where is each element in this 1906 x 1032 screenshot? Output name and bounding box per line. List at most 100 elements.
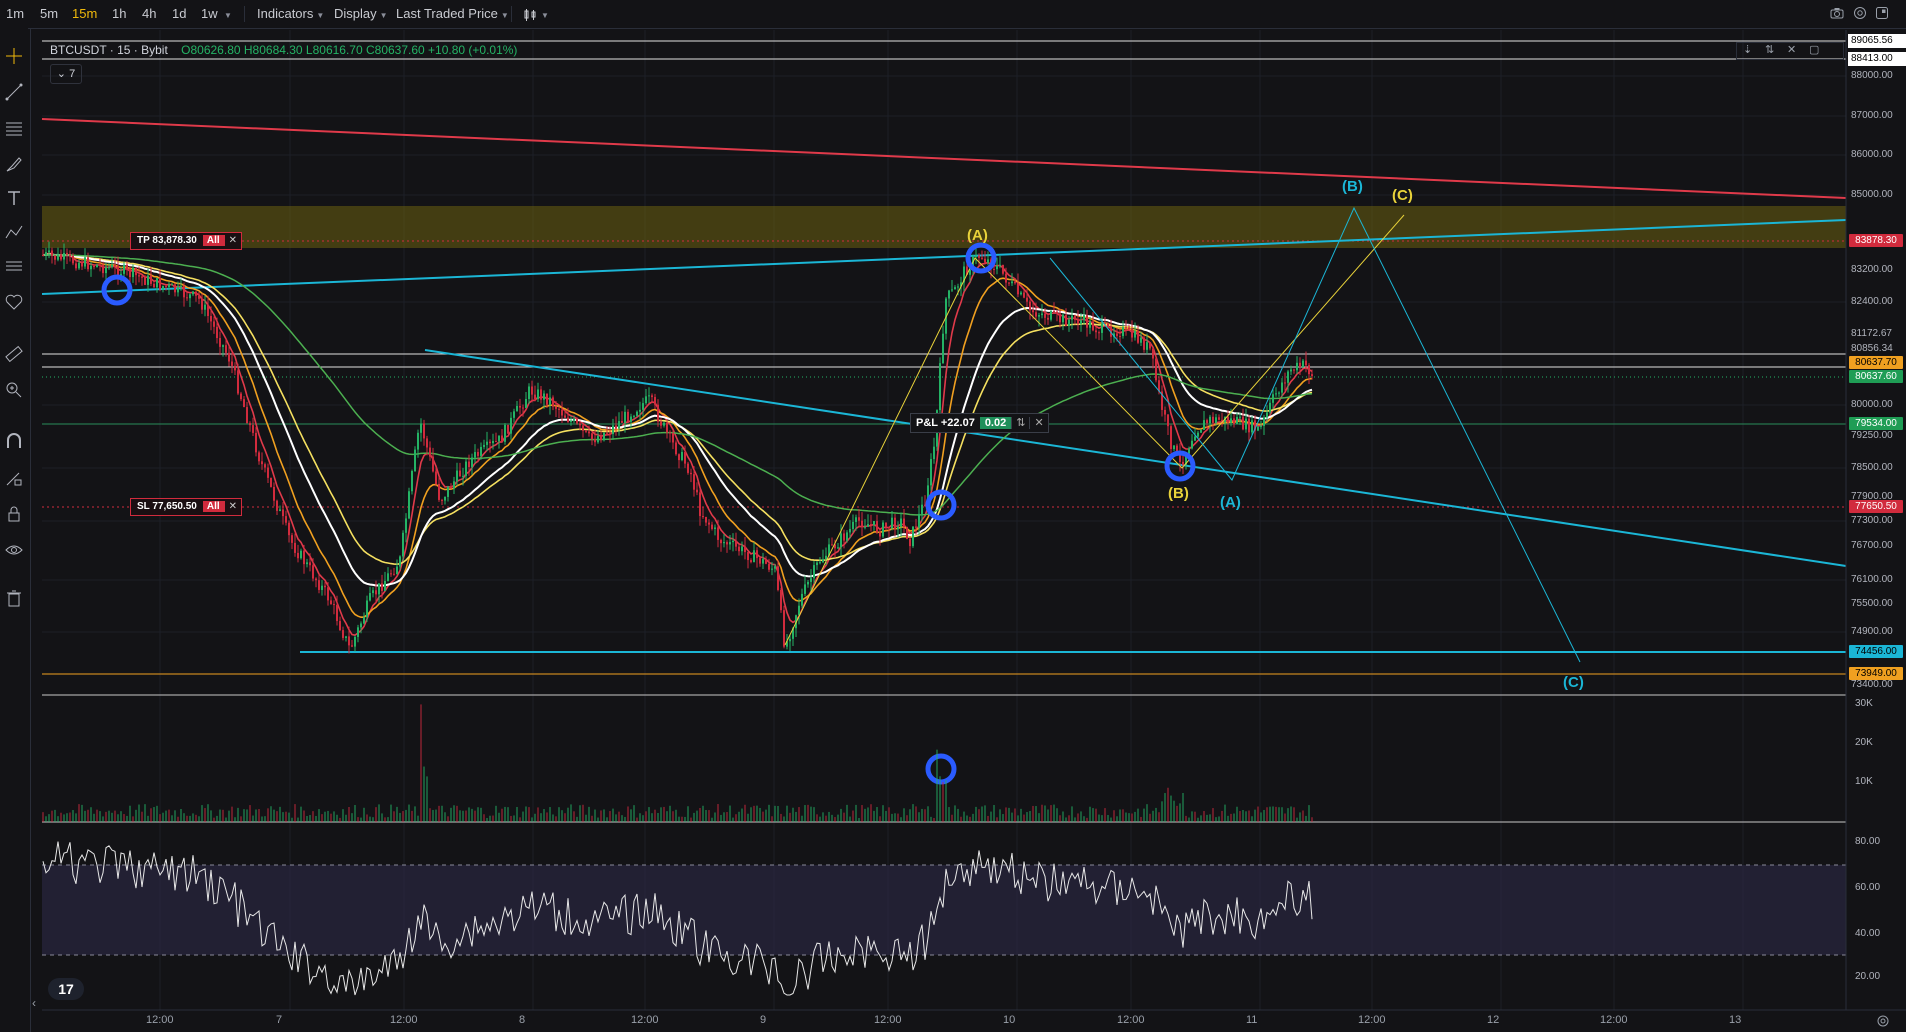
- volume-bar: [201, 805, 203, 822]
- volume-bar: [45, 816, 47, 822]
- symbol-label[interactable]: BTCUSDT · 15 · Bybit: [50, 43, 168, 57]
- volume-bar: [582, 804, 584, 822]
- candle-body: [801, 593, 803, 606]
- moving-averages: [42, 252, 1313, 637]
- candle-body: [438, 483, 440, 500]
- candle-body: [1029, 301, 1031, 311]
- price-axis-label: 83200.00: [1851, 264, 1893, 275]
- settings-icon[interactable]: [1876, 1014, 1890, 1028]
- take-profit-order[interactable]: TP 83,878.30 All ✕: [130, 232, 243, 250]
- chevron-left-icon[interactable]: ‹: [32, 996, 36, 1010]
- candle-body: [66, 252, 68, 255]
- ma-white-line: [42, 253, 1313, 587]
- volume-bar: [1185, 815, 1187, 822]
- candle-body: [1227, 416, 1229, 423]
- volume-bar: [693, 812, 695, 822]
- volume-bar: [666, 811, 668, 822]
- indicators-collapse-button[interactable]: ⌄ 7: [50, 64, 82, 84]
- tp-all-button[interactable]: All: [202, 235, 224, 246]
- volume-bar: [579, 805, 581, 822]
- volume-bar: [735, 814, 737, 822]
- candle-body: [102, 264, 104, 274]
- volume-bar: [552, 814, 554, 822]
- close-icon[interactable]: ✕: [223, 235, 242, 246]
- volume-bar: [429, 808, 431, 822]
- candle-body: [1263, 417, 1265, 426]
- volume-bar: [507, 807, 509, 822]
- volume-bar: [1215, 817, 1217, 822]
- volume-bar: [186, 815, 188, 822]
- candle-body: [723, 542, 725, 544]
- close-icon[interactable]: ✕: [1029, 417, 1048, 429]
- candle-body: [531, 386, 533, 395]
- cyan-wave-a: (A): [1220, 494, 1241, 511]
- close-icon[interactable]: ✕: [1787, 43, 1796, 56]
- candle-body: [951, 289, 953, 291]
- candle-body: [567, 417, 569, 423]
- volume-bar: [195, 814, 197, 822]
- candle-body: [663, 422, 665, 426]
- volume-bar: [1203, 811, 1205, 822]
- volume-bar: [1227, 815, 1229, 822]
- price-chart[interactable]: [0, 0, 1906, 1032]
- arrow-down-icon[interactable]: ⇣: [1743, 43, 1752, 56]
- collapse-icon[interactable]: ⇅: [1765, 43, 1774, 56]
- candle-body: [855, 517, 857, 522]
- candle-body: [417, 432, 419, 450]
- volume-bar: [900, 817, 902, 822]
- candle-body: [774, 566, 776, 569]
- volume-bar: [435, 809, 437, 822]
- candle-body: [861, 520, 863, 528]
- volume-bar: [468, 807, 470, 822]
- candle-body: [732, 540, 734, 543]
- price-axis-label: 80000.00: [1851, 399, 1893, 410]
- volume-bar: [309, 815, 311, 822]
- candle-body: [1257, 426, 1259, 431]
- price-tag: 80637.70: [1849, 356, 1903, 369]
- volume-bar: [1152, 810, 1154, 822]
- volume-bar: [69, 812, 71, 822]
- candle-body: [1212, 416, 1214, 423]
- volume-bar: [555, 816, 557, 822]
- volume-bar: [1041, 804, 1043, 822]
- volume-bar: [1218, 816, 1220, 822]
- volume-bar: [1311, 817, 1313, 822]
- candle-body: [495, 441, 497, 443]
- candle-body: [333, 604, 335, 606]
- volume-bar: [1053, 804, 1055, 822]
- candle-body: [1137, 330, 1139, 343]
- candle-body: [1284, 382, 1286, 384]
- candle-body: [549, 397, 551, 405]
- candle-body: [255, 432, 257, 453]
- reverse-icon[interactable]: ⇅: [1011, 417, 1030, 429]
- candle-body: [627, 411, 629, 422]
- volume-bar: [909, 809, 911, 822]
- volume-bar: [780, 813, 782, 822]
- candle-body: [1143, 337, 1145, 350]
- close-icon[interactable]: ✕: [223, 501, 242, 512]
- stop-loss-order[interactable]: SL 77,650.50 All ✕: [130, 498, 243, 516]
- volume-bar: [105, 811, 107, 822]
- volume-bar: [546, 812, 548, 822]
- sl-label: SL 77,650.50: [137, 501, 197, 512]
- tradingview-logo[interactable]: 17: [48, 978, 84, 1000]
- volume-bar: [1089, 806, 1091, 822]
- volume-bar: [54, 809, 56, 822]
- candle-body: [429, 447, 431, 457]
- sl-all-button[interactable]: All: [202, 501, 224, 512]
- maximize-icon[interactable]: ▢: [1809, 43, 1819, 56]
- volume-bar: [1191, 811, 1193, 822]
- candle-body: [822, 559, 824, 563]
- volume-bar: [441, 805, 443, 822]
- candle-body: [381, 583, 383, 591]
- candle-body: [324, 585, 326, 588]
- candle-body: [465, 461, 467, 476]
- position-label[interactable]: P&L +22.07 0.02 ⇅ ✕: [910, 413, 1049, 433]
- price-axis-label: 73400.00: [1851, 679, 1893, 690]
- cyan-wave-c: (C): [1563, 674, 1584, 691]
- candle-body: [882, 522, 884, 537]
- volume-bar: [1305, 815, 1307, 822]
- volume-bar: [399, 812, 401, 822]
- candle-body: [1203, 420, 1205, 430]
- volume-bar: [432, 809, 434, 822]
